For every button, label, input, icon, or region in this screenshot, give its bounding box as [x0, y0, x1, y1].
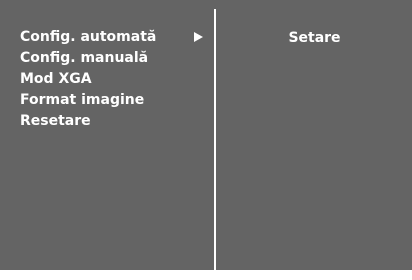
submenu-panel: Setare: [217, 9, 412, 270]
menu-item-label: Mod XGA: [20, 71, 92, 87]
menu-item-manual-config[interactable]: Config. manuală: [9, 48, 213, 69]
submenu-setare-option[interactable]: Setare: [217, 29, 412, 47]
osd-menu-window: Config. automată Config. manuală Mod XGA…: [0, 0, 412, 270]
menu-item-label: Format imagine: [20, 92, 145, 108]
main-menu-panel: Config. automată Config. manuală Mod XGA…: [9, 9, 213, 270]
menu-item-image-format[interactable]: Format imagine: [9, 90, 213, 111]
triangle-right-icon: [194, 27, 203, 48]
menu-item-label: Resetare: [20, 113, 91, 129]
menu-item-label: Config. manuală: [20, 50, 149, 66]
menu-item-label: Config. automată: [20, 29, 157, 45]
panel-divider: [214, 9, 216, 270]
menu-item-auto-config[interactable]: Config. automată: [9, 27, 213, 48]
menu-item-xga-mode[interactable]: Mod XGA: [9, 69, 213, 90]
menu-item-reset[interactable]: Resetare: [9, 111, 213, 132]
menu-list: Config. automată Config. manuală Mod XGA…: [9, 27, 213, 132]
